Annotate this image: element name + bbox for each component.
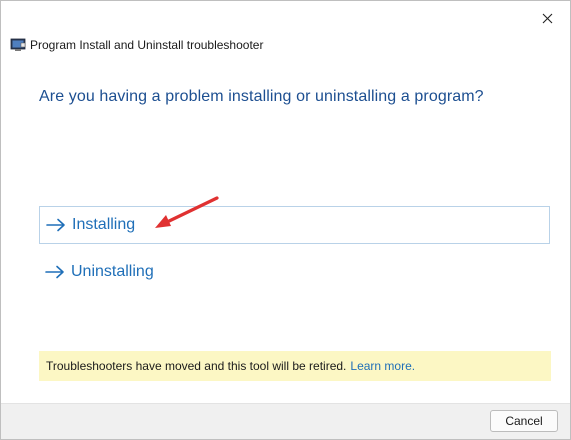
close-button[interactable] — [532, 7, 562, 29]
window-title-bar: Program Install and Uninstall troublesho… — [10, 38, 263, 52]
cancel-button[interactable]: Cancel — [490, 410, 558, 432]
question-heading: Are you having a problem installing or u… — [39, 88, 484, 105]
notice-text: Troubleshooters have moved and this tool… — [46, 359, 347, 373]
option-label: Installing — [72, 216, 136, 233]
option-installing[interactable]: Installing — [39, 206, 550, 244]
close-icon — [542, 13, 552, 23]
window-title: Program Install and Uninstall troublesho… — [30, 38, 264, 52]
learn-more-link[interactable]: Learn more. — [350, 359, 415, 373]
arrow-right-icon — [46, 218, 65, 232]
dialog-footer: Cancel — [1, 403, 570, 439]
retirement-notice: Troubleshooters have moved and this tool… — [39, 351, 551, 381]
troubleshooter-window: Program Install and Uninstall troublesho… — [0, 0, 571, 440]
option-label: Uninstalling — [71, 263, 154, 280]
troubleshooter-app-icon — [10, 38, 26, 51]
option-uninstalling[interactable]: Uninstalling — [39, 253, 550, 291]
arrow-right-icon — [45, 265, 64, 279]
